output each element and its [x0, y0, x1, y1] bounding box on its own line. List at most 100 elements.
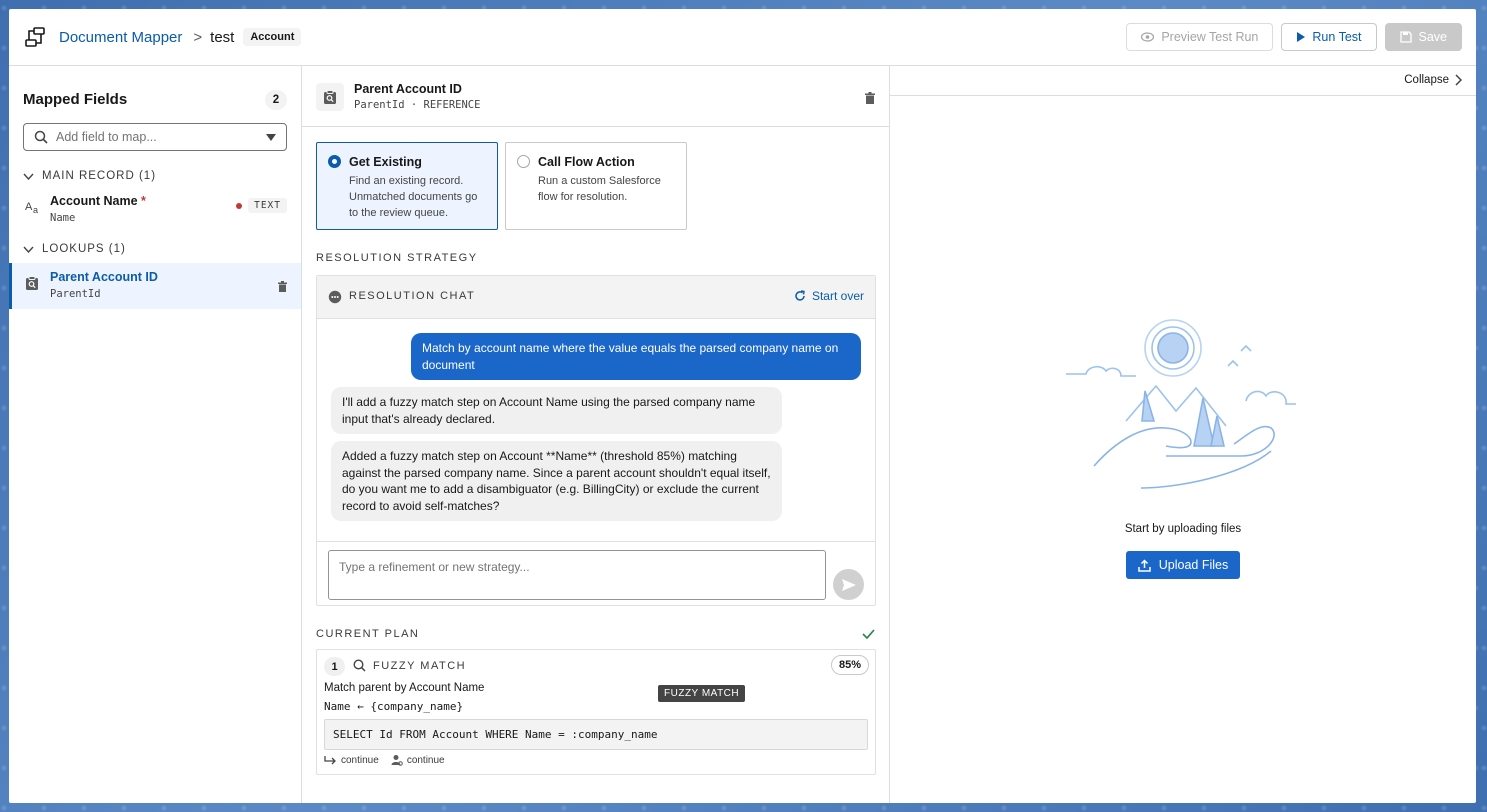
- play-icon: [1297, 32, 1306, 42]
- required-marker: *: [141, 194, 146, 208]
- upload-files-button[interactable]: Upload Files: [1126, 551, 1240, 579]
- current-plan-label: CURRENT PLAN: [316, 628, 420, 640]
- add-field-combobox[interactable]: [23, 123, 287, 151]
- mapped-fields-count: 2: [265, 90, 287, 110]
- lookups-section-label: LOOKUPS (1): [42, 243, 126, 255]
- option-get-existing[interactable]: Get Existing Find an existing record. Un…: [316, 142, 498, 230]
- option-description: Run a custom Salesforce flow for resolut…: [538, 175, 661, 203]
- option-name: Get Existing: [349, 155, 422, 169]
- collapse-label: Collapse: [1404, 74, 1449, 86]
- test-panel-header: Collapse: [890, 66, 1476, 96]
- field-detail-title: Parent Account ID: [354, 82, 462, 96]
- send-button[interactable]: [833, 569, 864, 600]
- chat-title: RESOLUTION CHAT: [349, 290, 476, 302]
- chat-divider: [317, 541, 875, 542]
- status-dot: [236, 202, 243, 209]
- save-label: Save: [1418, 30, 1448, 44]
- step-type-tooltip: FUZZY MATCH: [658, 685, 746, 702]
- refresh-icon: [795, 290, 805, 301]
- save-icon: [1399, 31, 1412, 43]
- lookup-icon: [25, 276, 39, 294]
- step-number: 1: [324, 657, 345, 676]
- soql-query: SELECT Id FROM Account WHERE Name = :com…: [324, 719, 868, 750]
- breadcrumb-separator: >: [193, 28, 203, 46]
- delete-mapping-icon[interactable]: [865, 92, 875, 107]
- no-match-outcome: continue: [391, 754, 445, 766]
- mapped-fields-panel: Mapped Fields 2 MAIN RECORD (1) Aa Accou…: [9, 66, 302, 803]
- resolution-strategy-label: RESOLUTION STRATEGY: [316, 252, 478, 264]
- field-name: Account Name *: [50, 194, 146, 208]
- field-type-badge: TEXT: [248, 198, 287, 213]
- test-files-panel: Collapse Start by uploading files Upload…: [890, 66, 1476, 803]
- run-test-label: Run Test: [1312, 30, 1362, 44]
- svg-text:a: a: [33, 205, 38, 214]
- field-detail-panel: Parent Account ID ParentId · REFERENCE G…: [302, 66, 890, 803]
- preview-test-run-label: Preview Test Run: [1161, 30, 1259, 44]
- field-item-parent-account-id[interactable]: Parent Account ID ParentId: [9, 263, 301, 309]
- search-icon: [353, 659, 366, 675]
- start-over-button[interactable]: Start over: [794, 289, 864, 303]
- save-button[interactable]: Save: [1384, 23, 1462, 51]
- field-detail-header: Parent Account ID ParentId · REFERENCE: [302, 66, 889, 127]
- collapse-button[interactable]: Collapse: [1404, 74, 1462, 86]
- chat-header: RESOLUTION CHAT Start over: [317, 276, 875, 319]
- step-type: FUZZY MATCH: [373, 660, 467, 672]
- field-api-name: ParentId: [50, 288, 101, 300]
- threshold-badge: 85%: [830, 655, 869, 675]
- object-badge: Account: [243, 28, 302, 46]
- delete-field-icon[interactable]: [278, 280, 287, 295]
- assistant-message: I'll add a fuzzy match step on Account N…: [331, 387, 782, 434]
- app-header: Document Mapper > test Account Preview T…: [9, 9, 1476, 66]
- option-call-flow-action[interactable]: Call Flow Action Run a custom Salesforce…: [505, 142, 687, 230]
- text-field-icon: Aa: [25, 200, 41, 217]
- field-type: TEXT: [236, 198, 287, 213]
- chevron-down-icon[interactable]: [266, 134, 276, 141]
- step-description: Match parent by Account Name: [324, 682, 485, 694]
- user-review-icon: [391, 755, 403, 766]
- field-detail-subtitle: ParentId · REFERENCE: [354, 99, 481, 111]
- arrow-return-icon: [324, 755, 336, 764]
- main-record-section-toggle[interactable]: MAIN RECORD (1): [23, 170, 156, 182]
- upload-icon: [1138, 558, 1151, 572]
- eye-icon: [1141, 32, 1155, 42]
- lookups-section-toggle[interactable]: LOOKUPS (1): [23, 243, 126, 255]
- resolution-chat: RESOLUTION CHAT Start over Match by acco…: [316, 275, 876, 606]
- preview-test-run-button[interactable]: Preview Test Run: [1126, 23, 1274, 51]
- step-field-mapping: Name ← {company_name}: [324, 700, 464, 713]
- chevron-down-icon: [23, 173, 34, 180]
- radio-unselected[interactable]: [517, 155, 530, 168]
- upload-files-label: Upload Files: [1158, 558, 1229, 572]
- mapped-fields-title: Mapped Fields: [23, 91, 128, 108]
- plan-step-card[interactable]: 1 FUZZY MATCH 85% Match parent by Accoun…: [316, 649, 876, 775]
- start-over-label: Start over: [811, 289, 864, 303]
- send-icon: [841, 578, 856, 591]
- field-api-name: Name: [50, 212, 76, 224]
- check-icon: [862, 627, 875, 642]
- user-message: Match by account name where the value eq…: [411, 333, 861, 380]
- add-field-input[interactable]: [56, 130, 256, 144]
- step-outcomes: continue continue: [324, 754, 445, 766]
- field-item-account-name[interactable]: Aa Account Name * Name TEXT: [9, 187, 301, 233]
- chevron-right-icon: [1455, 74, 1462, 86]
- run-test-button[interactable]: Run Test: [1281, 23, 1377, 51]
- chat-bubble-icon: [328, 290, 342, 307]
- chevron-down-icon: [23, 246, 34, 253]
- breadcrumb-app-link[interactable]: Document Mapper: [59, 29, 182, 46]
- match-outcome: continue: [324, 754, 379, 766]
- assistant-message: Added a fuzzy match step on Account **Na…: [331, 441, 782, 521]
- radio-selected[interactable]: [328, 155, 341, 168]
- option-description: Find an existing record. Unmatched docum…: [349, 175, 478, 219]
- field-name: Parent Account ID: [50, 270, 158, 284]
- option-name: Call Flow Action: [538, 155, 635, 169]
- document-mapper-icon: [23, 25, 47, 49]
- refinement-input[interactable]: [328, 550, 826, 600]
- empty-state-message: Start by uploading files: [1124, 523, 1242, 535]
- lookup-icon: [316, 83, 344, 111]
- app-window: Document Mapper > test Account Preview T…: [9, 9, 1476, 803]
- empty-state-illustration: [1066, 316, 1301, 499]
- main-record-section-label: MAIN RECORD (1): [42, 170, 157, 182]
- svg-text:A: A: [25, 201, 33, 213]
- header-actions: Preview Test Run Run Test Save: [1126, 23, 1462, 51]
- breadcrumb-mapping-name: test: [210, 28, 235, 46]
- search-icon: [34, 130, 48, 144]
